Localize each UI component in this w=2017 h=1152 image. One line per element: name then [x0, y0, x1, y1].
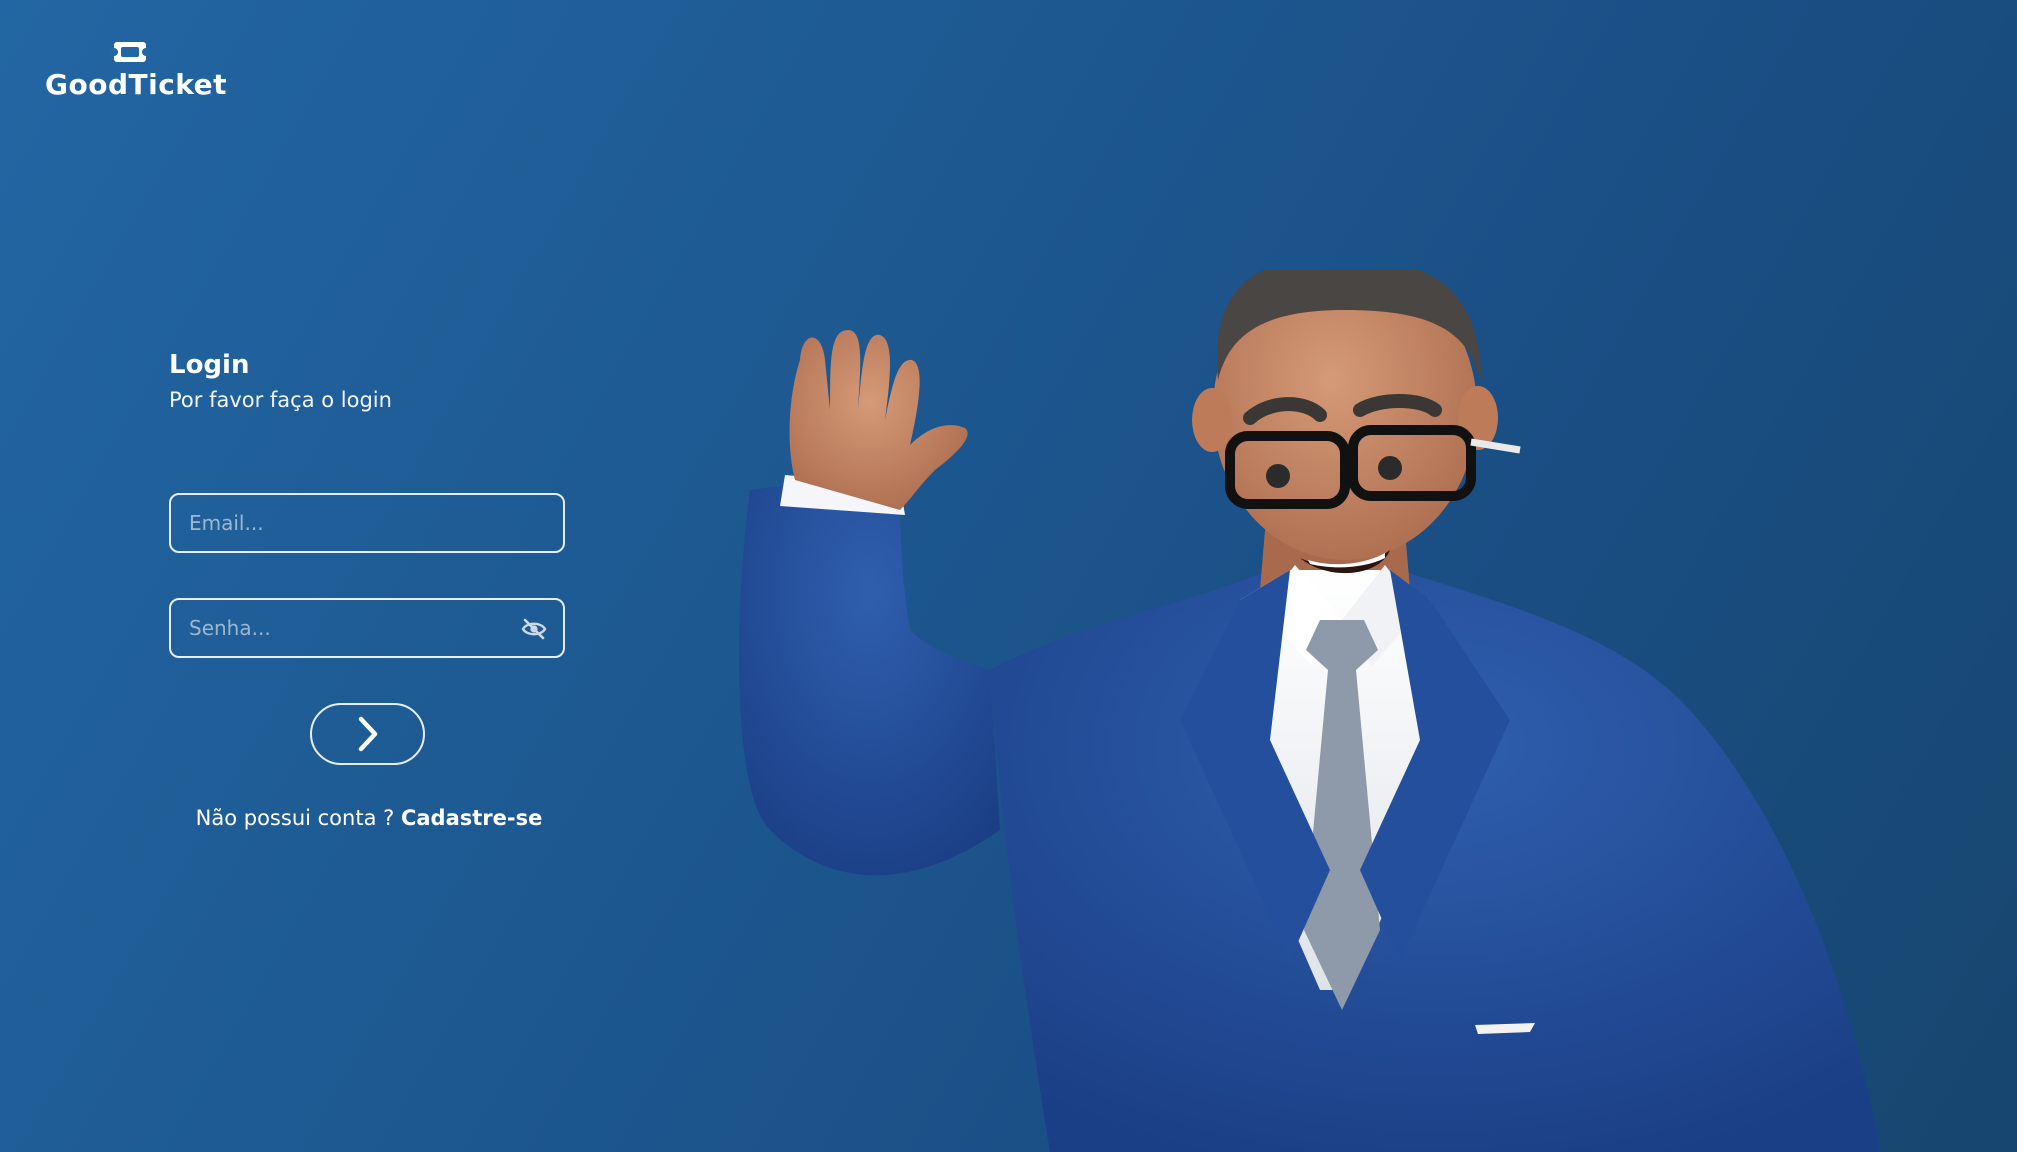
chevron-right-icon [358, 716, 377, 752]
brand-logo[interactable]: GoodTicket [45, 38, 228, 101]
login-subtitle: Por favor faça o login [169, 388, 392, 412]
login-title: Login [169, 350, 250, 380]
submit-button[interactable] [310, 703, 425, 765]
brand-name: GoodTicket [45, 68, 228, 101]
password-field[interactable] [171, 600, 563, 656]
email-field[interactable] [171, 495, 563, 551]
password-field-container [169, 598, 565, 658]
eye-off-icon[interactable] [521, 617, 547, 641]
businessman-illustration [738, 270, 1880, 1152]
login-header: Login Por favor faça o login [169, 346, 569, 416]
signup-link[interactable]: Cadastre-se [401, 806, 542, 830]
ticket-icon [110, 42, 150, 62]
signup-prompt-line: Não possui conta ? Cadastre-se [169, 806, 569, 830]
email-field-container [169, 493, 565, 553]
signup-prompt: Não possui conta ? [195, 806, 395, 830]
